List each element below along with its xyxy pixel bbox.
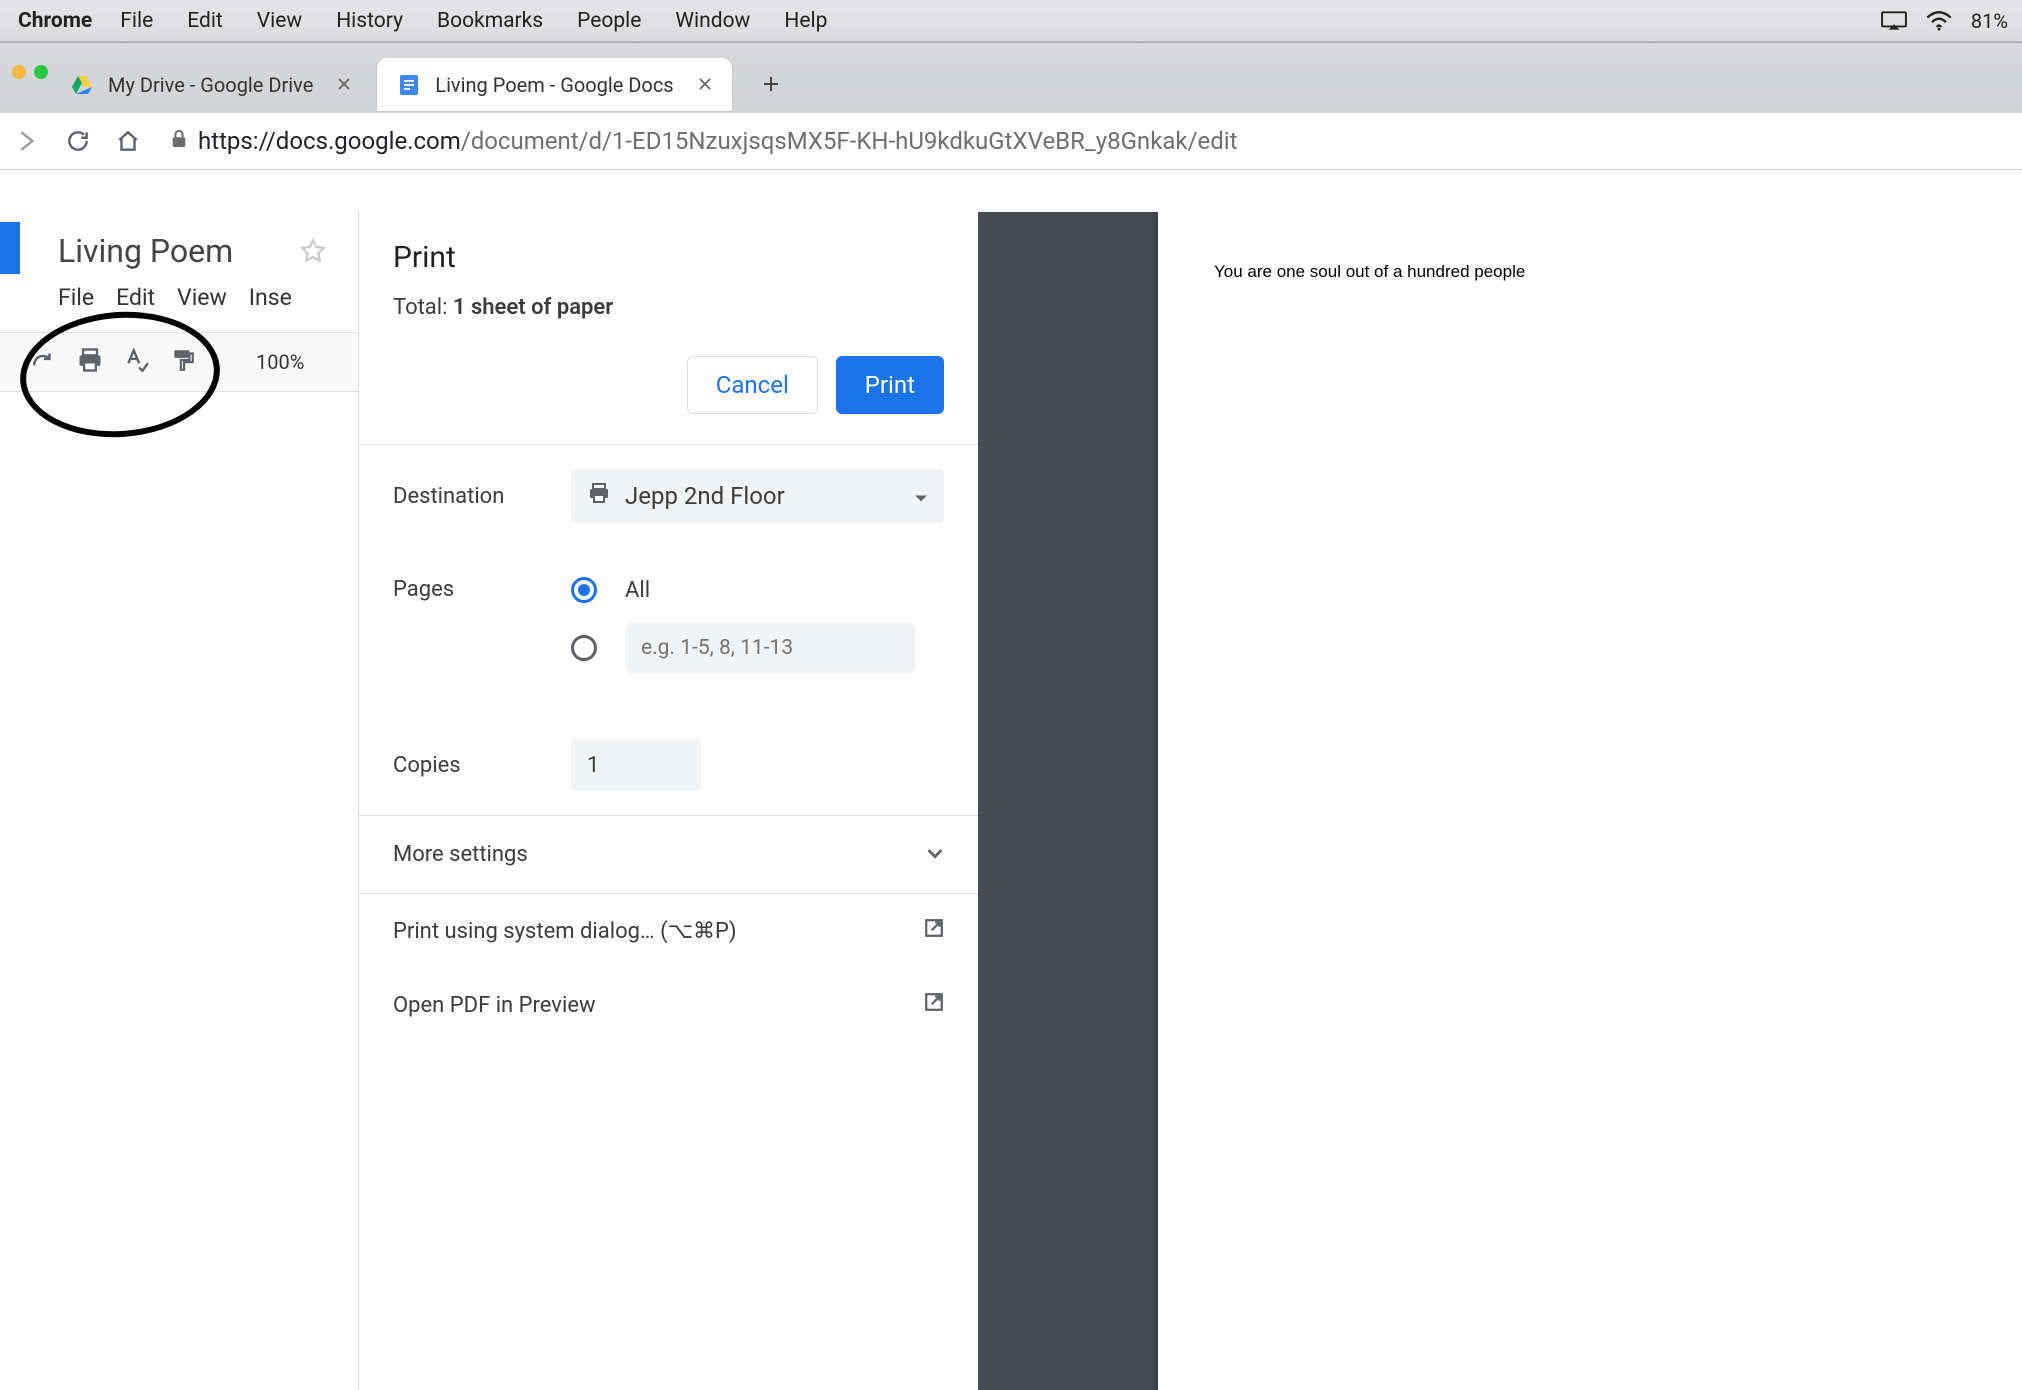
lock-icon [170, 127, 188, 155]
tab-drive-title: My Drive - Google Drive [108, 73, 313, 97]
new-tab-button[interactable] [751, 64, 791, 104]
tab-strip: My Drive - Google Drive Living Poem - Go… [0, 42, 2022, 112]
cancel-button[interactable]: Cancel [687, 356, 818, 414]
menu-window[interactable]: Window [675, 9, 750, 33]
print-button[interactable]: Print [836, 356, 944, 414]
home-button[interactable] [108, 121, 148, 161]
tab-docs-title: Living Poem - Google Docs [435, 73, 673, 97]
radio-selected-icon [571, 577, 597, 603]
destination-label: Destination [393, 484, 571, 509]
tab-drive[interactable]: My Drive - Google Drive [50, 58, 371, 112]
docs-menu-file[interactable]: File [58, 284, 94, 311]
open-pdf-link[interactable]: Open PDF in Preview [359, 968, 978, 1042]
document-title[interactable]: Living Poem [58, 232, 233, 270]
spellcheck-icon[interactable] [124, 348, 150, 377]
redo-icon[interactable] [30, 350, 56, 375]
system-dialog-link[interactable]: Print using system dialog… (⌥⌘P) [359, 894, 978, 968]
pages-custom-option[interactable]: e.g. 1-5, 8, 11-13 [571, 623, 944, 673]
paint-format-icon[interactable] [170, 348, 196, 377]
print-preview-area: You are one soul out of a hundred people [978, 212, 2022, 1390]
menu-help[interactable]: Help [784, 9, 827, 33]
airplay-icon[interactable] [1881, 11, 1907, 31]
menubar-app-name[interactable]: Chrome [18, 9, 92, 33]
url-path: /document/d/1-ED15NzuxjsqsMX5F-KH-hU9kdk… [461, 127, 1238, 155]
drive-favicon-icon [70, 73, 94, 97]
print-total: Total: 1 sheet of paper [393, 295, 944, 320]
menu-history[interactable]: History [336, 9, 403, 33]
printer-icon [587, 482, 611, 510]
copies-row: Copies 1 [359, 715, 978, 815]
caret-down-icon [914, 482, 928, 510]
docs-toolbar: 100% [0, 332, 358, 392]
pages-row: Pages All e.g. 1-5, 8, 11-13 [359, 547, 978, 715]
print-settings-panel: Print Total: 1 sheet of paper Cancel Pri… [358, 212, 978, 1390]
docs-app: Living Poem File Edit View Inse 100% [0, 212, 358, 1390]
destination-value: Jepp 2nd Floor [625, 482, 785, 510]
destination-row: Destination Jepp 2nd Floor [359, 445, 978, 547]
battery-percent: 81% [1971, 9, 2008, 33]
docs-logo-icon [0, 222, 20, 274]
docs-favicon-icon [397, 73, 421, 97]
menu-edit[interactable]: Edit [187, 9, 223, 33]
external-link-icon [924, 918, 944, 944]
docs-menu-insert[interactable]: Inse [249, 284, 292, 311]
destination-dropdown[interactable]: Jepp 2nd Floor [571, 469, 944, 523]
wifi-icon[interactable] [1925, 10, 1953, 32]
menu-people[interactable]: People [577, 9, 641, 33]
more-settings[interactable]: More settings [359, 816, 978, 893]
star-icon[interactable] [300, 238, 326, 268]
copies-input[interactable]: 1 [571, 739, 701, 791]
print-icon[interactable] [76, 347, 104, 378]
forward-button[interactable] [8, 121, 48, 161]
pages-custom-input[interactable]: e.g. 1-5, 8, 11-13 [625, 623, 915, 673]
radio-unselected-icon [571, 635, 597, 661]
zoom-level[interactable]: 100% [256, 350, 304, 374]
pages-label: Pages [393, 577, 571, 602]
docs-menu-view[interactable]: View [177, 284, 227, 311]
print-dialog: Print Total: 1 sheet of paper Cancel Pri… [358, 212, 2022, 1390]
url-host: https://docs.google.com [198, 127, 461, 155]
preview-page: You are one soul out of a hundred people [1158, 212, 2022, 1390]
address-bar[interactable]: https://docs.google.com/document/d/1-ED1… [170, 127, 1237, 155]
close-tab-docs[interactable] [698, 75, 712, 96]
tab-docs[interactable]: Living Poem - Google Docs [377, 58, 731, 112]
copies-label: Copies [393, 753, 571, 778]
print-dialog-title: Print [393, 240, 944, 275]
menu-bookmarks[interactable]: Bookmarks [437, 9, 543, 33]
reload-button[interactable] [58, 121, 98, 161]
menu-file[interactable]: File [120, 9, 153, 33]
docs-menubar: File Edit View Inse [58, 284, 292, 311]
close-tab-drive[interactable] [337, 75, 351, 96]
external-link-icon [924, 992, 944, 1018]
chevron-down-icon [926, 842, 944, 867]
macos-menubar: Chrome File Edit View History Bookmarks … [0, 0, 2022, 42]
menu-view[interactable]: View [257, 9, 302, 33]
window-controls [12, 65, 48, 79]
toolbar: https://docs.google.com/document/d/1-ED1… [0, 112, 2022, 170]
document-text: You are one soul out of a hundred people [1214, 262, 1966, 282]
zoom-button[interactable] [34, 65, 48, 79]
minimize-button[interactable] [12, 65, 26, 79]
docs-menu-edit[interactable]: Edit [116, 284, 155, 311]
pages-all-label: All [625, 578, 650, 603]
pages-all-option[interactable]: All [571, 577, 944, 603]
